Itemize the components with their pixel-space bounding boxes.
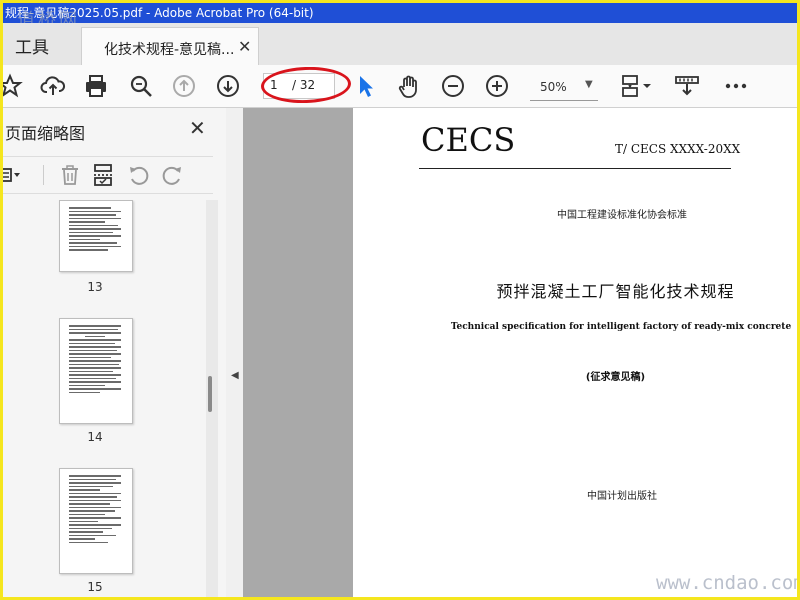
close-icon[interactable]: ✕ <box>238 37 251 56</box>
document-title-en: Technical specification for intelligent … <box>450 322 792 332</box>
thumbnail-page-13[interactable] <box>59 200 133 272</box>
collapse-panel-icon[interactable]: ◀ <box>231 370 239 381</box>
thumbnail-page-number: 13 <box>87 280 103 294</box>
toolbar-divider <box>43 165 44 185</box>
panel-splitter[interactable]: ◀ <box>226 108 243 597</box>
zoom-search-icon[interactable] <box>128 73 154 99</box>
rotate-left-icon[interactable] <box>127 163 151 187</box>
chevron-down-icon: ▼ <box>585 79 593 90</box>
zoom-level-select[interactable]: 50% ▼ <box>530 74 598 101</box>
tab-tools-label: 工具 <box>15 38 49 58</box>
thumbnail-page-14[interactable] <box>59 318 133 424</box>
watermark-url: www.cndao.com <box>656 572 800 594</box>
tab-document-label: 化技术规程-意见稿... <box>104 42 235 58</box>
document-title-cn: 预拌混凝土工厂智能化技术规程 <box>496 282 735 301</box>
page-up-icon[interactable] <box>171 73 197 99</box>
options-menu-icon[interactable] <box>3 163 23 187</box>
thumbnail-text-lines <box>69 325 121 395</box>
app-frame: 规程-意见稿2025.05.pdf - Adobe Acrobat Pro (6… <box>0 0 800 600</box>
star-icon[interactable] <box>3 73 23 99</box>
rotate-right-icon[interactable] <box>160 163 184 187</box>
association-name: 中国工程建设标准化协会标准 <box>557 210 687 221</box>
document-canvas-background <box>243 108 353 597</box>
thumbnail-page-number: 14 <box>87 430 103 444</box>
thumbnail-page-15[interactable] <box>59 468 133 574</box>
tab-tools[interactable]: 工具 <box>3 23 73 65</box>
zoom-level-value: 50% <box>540 80 567 94</box>
publisher-name: 中国计划出版社 <box>587 491 657 502</box>
print-icon[interactable] <box>83 73 109 99</box>
document-subtitle: (征求意见稿) <box>585 372 646 383</box>
panel-title: 页面缩略图 <box>5 124 86 143</box>
thumbnail-page-number: 15 <box>87 580 103 594</box>
select-cursor-icon[interactable] <box>353 73 379 99</box>
cloud-upload-icon[interactable] <box>40 73 66 99</box>
insert-page-icon[interactable] <box>92 163 116 187</box>
header-rule <box>419 168 731 169</box>
cecs-logo: CECS <box>421 121 516 159</box>
tab-bar: 工具 化技术规程-意见稿... ✕ <box>3 23 797 67</box>
title-bar: 规程-意见稿2025.05.pdf - Adobe Acrobat Pro (6… <box>3 3 797 31</box>
more-icon[interactable] <box>723 73 749 99</box>
page-thumbnails-panel: 页面缩略图 ✕ 13 14 15 <box>3 108 227 597</box>
thumbnail-text-lines <box>69 207 121 253</box>
hand-icon[interactable] <box>396 73 422 99</box>
thumbnail-scrollbar-thumb[interactable] <box>208 376 212 412</box>
scrolling-mode-icon[interactable] <box>674 73 700 99</box>
thumbnail-list[interactable]: 13 14 15 <box>3 200 203 597</box>
highlight-annotation-oval <box>260 65 352 105</box>
thumbnail-text-lines <box>69 475 121 545</box>
document-page: CECS T/ CECS XXXX-20XX 中国工程建设标准化协会标准 预拌混… <box>353 108 800 597</box>
delete-page-icon[interactable] <box>58 163 82 187</box>
main-toolbar: 1 / 32 50% ▼ <box>3 65 797 108</box>
panel-close-icon[interactable]: ✕ <box>189 116 206 140</box>
thumbnail-toolbar <box>3 156 213 194</box>
zoom-in-icon[interactable] <box>484 73 510 99</box>
page-down-icon[interactable] <box>215 73 241 99</box>
tab-document[interactable]: 化技术规程-意见稿... ✕ <box>81 27 259 67</box>
zoom-out-icon[interactable] <box>440 73 466 99</box>
standard-number: T/ CECS XXXX-20XX <box>615 142 741 156</box>
page-layout-chevron-icon[interactable] <box>641 73 653 99</box>
